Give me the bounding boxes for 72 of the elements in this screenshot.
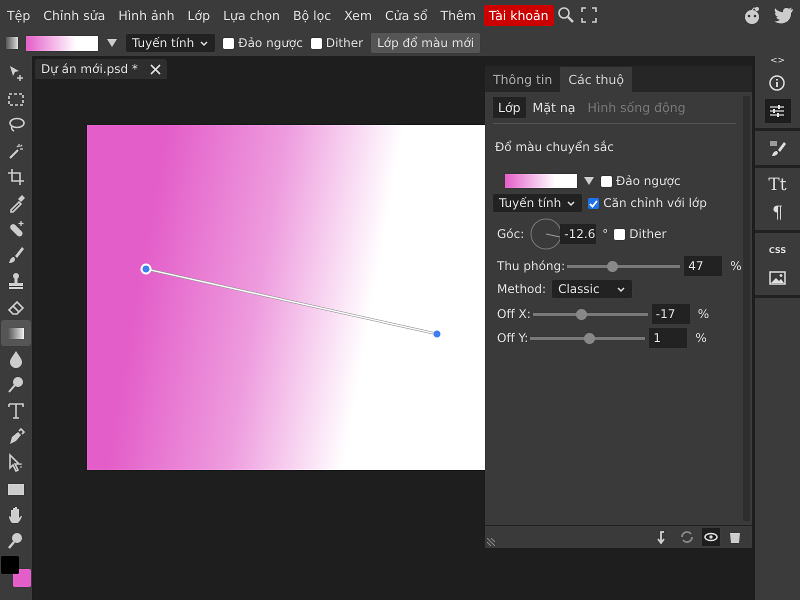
menu-item[interactable]: Hình ảnh: [113, 4, 180, 26]
background-color-swatch[interactable]: [13, 569, 31, 587]
checkbox-label: Căn chỉnh với lớp: [603, 196, 707, 210]
type-dropdown[interactable]: Tuyến tính: [493, 194, 582, 212]
document-tab[interactable]: Dự án mới.psd *: [35, 59, 167, 79]
panel-subtab[interactable]: Mặt nạ: [528, 97, 580, 118]
alien-icon[interactable]: [742, 6, 762, 24]
fullscreen-icon[interactable]: [580, 7, 597, 23]
checkbox-label: Dither: [326, 36, 364, 50]
unit-label: %: [730, 259, 742, 273]
checkbox[interactable]: [601, 176, 612, 186]
type-dropdown[interactable]: Tuyến tính: [126, 34, 216, 52]
slider-thumb[interactable]: [607, 260, 618, 272]
sliders-icon[interactable]: [764, 99, 790, 123]
panel-toggle[interactable]: <>: [770, 56, 786, 66]
slider-thumb[interactable]: [576, 308, 588, 320]
checkbox-label: Đảo ngược: [616, 174, 681, 188]
panel-button[interactable]: CSS: [764, 238, 790, 262]
menu-item[interactable]: Thêm: [435, 4, 481, 26]
panel-tab[interactable]: Thông tin: [485, 67, 560, 92]
number-field[interactable]: 47: [684, 256, 722, 276]
panel-subtab[interactable]: Lớp: [493, 97, 526, 118]
unit-label: °: [602, 227, 608, 241]
gradient-line[interactable]: [140, 264, 440, 338]
menu-item[interactable]: Lựa chọn: [218, 4, 285, 26]
resize-grip-icon[interactable]: [487, 538, 495, 546]
panel-tab[interactable]: Các thuộ: [560, 67, 632, 92]
foreground-color-swatch[interactable]: [1, 556, 19, 574]
field-label: Method:: [497, 282, 546, 296]
caret-icon: [616, 284, 626, 294]
gradient-preview[interactable]: [26, 36, 98, 50]
checkbox[interactable]: [223, 38, 234, 48]
panel-button[interactable]: Tt: [764, 173, 790, 197]
close-icon[interactable]: [150, 64, 161, 74]
document-title: Dự án mới.psd *: [41, 62, 138, 76]
triangle-down-icon[interactable]: [583, 176, 595, 186]
new-gradient-layer-button[interactable]: Lớp đổ màu mới: [371, 33, 480, 53]
field-label: Thu phóng:: [497, 259, 566, 273]
panel-heading: Đổ màu chuyển sắc: [495, 140, 615, 154]
triangle-down-icon[interactable]: [106, 38, 118, 48]
checkbox[interactable]: [310, 38, 322, 48]
slider-thumb[interactable]: [584, 332, 595, 344]
field-label: Góc:: [497, 227, 524, 241]
checkbox[interactable]: [588, 198, 600, 208]
caret-icon: [566, 198, 576, 208]
number-field[interactable]: 1: [649, 328, 688, 348]
method-dropdown[interactable]: Classic: [552, 280, 632, 298]
menu-item[interactable]: Tài khoản: [484, 4, 554, 26]
gradient-tool-icon: [6, 37, 18, 49]
checkbox-label: Đảo ngược: [238, 36, 303, 50]
menu-item[interactable]: Xem: [339, 4, 378, 26]
menu-item[interactable]: Chỉnh sửa: [38, 4, 110, 26]
unit-label: %: [698, 307, 710, 321]
checkbox-label: Dither: [629, 227, 666, 241]
unit-label: %: [695, 331, 707, 345]
menu-item[interactable]: Cửa sổ: [380, 4, 432, 26]
caret-icon: [199, 38, 210, 48]
checkbox[interactable]: [614, 228, 626, 240]
angle-field[interactable]: -12.6: [560, 224, 596, 244]
bird-icon[interactable]: [774, 6, 794, 24]
eye-icon[interactable]: [702, 528, 720, 546]
number-field[interactable]: -17: [652, 304, 690, 324]
angle-dial[interactable]: [530, 218, 562, 250]
field-label: Off Y:: [497, 331, 528, 345]
menu-item[interactable]: Lớp: [182, 4, 216, 26]
field-label: Off X:: [497, 307, 531, 321]
menu-item[interactable]: Tệp: [2, 4, 36, 26]
panel-button[interactable]: ¶: [764, 201, 790, 225]
refresh-icon[interactable]: [678, 528, 696, 546]
menu-item[interactable]: Bộ lọc: [288, 4, 336, 26]
search-icon[interactable]: [556, 6, 575, 24]
gradient-icon[interactable]: [1, 320, 31, 346]
